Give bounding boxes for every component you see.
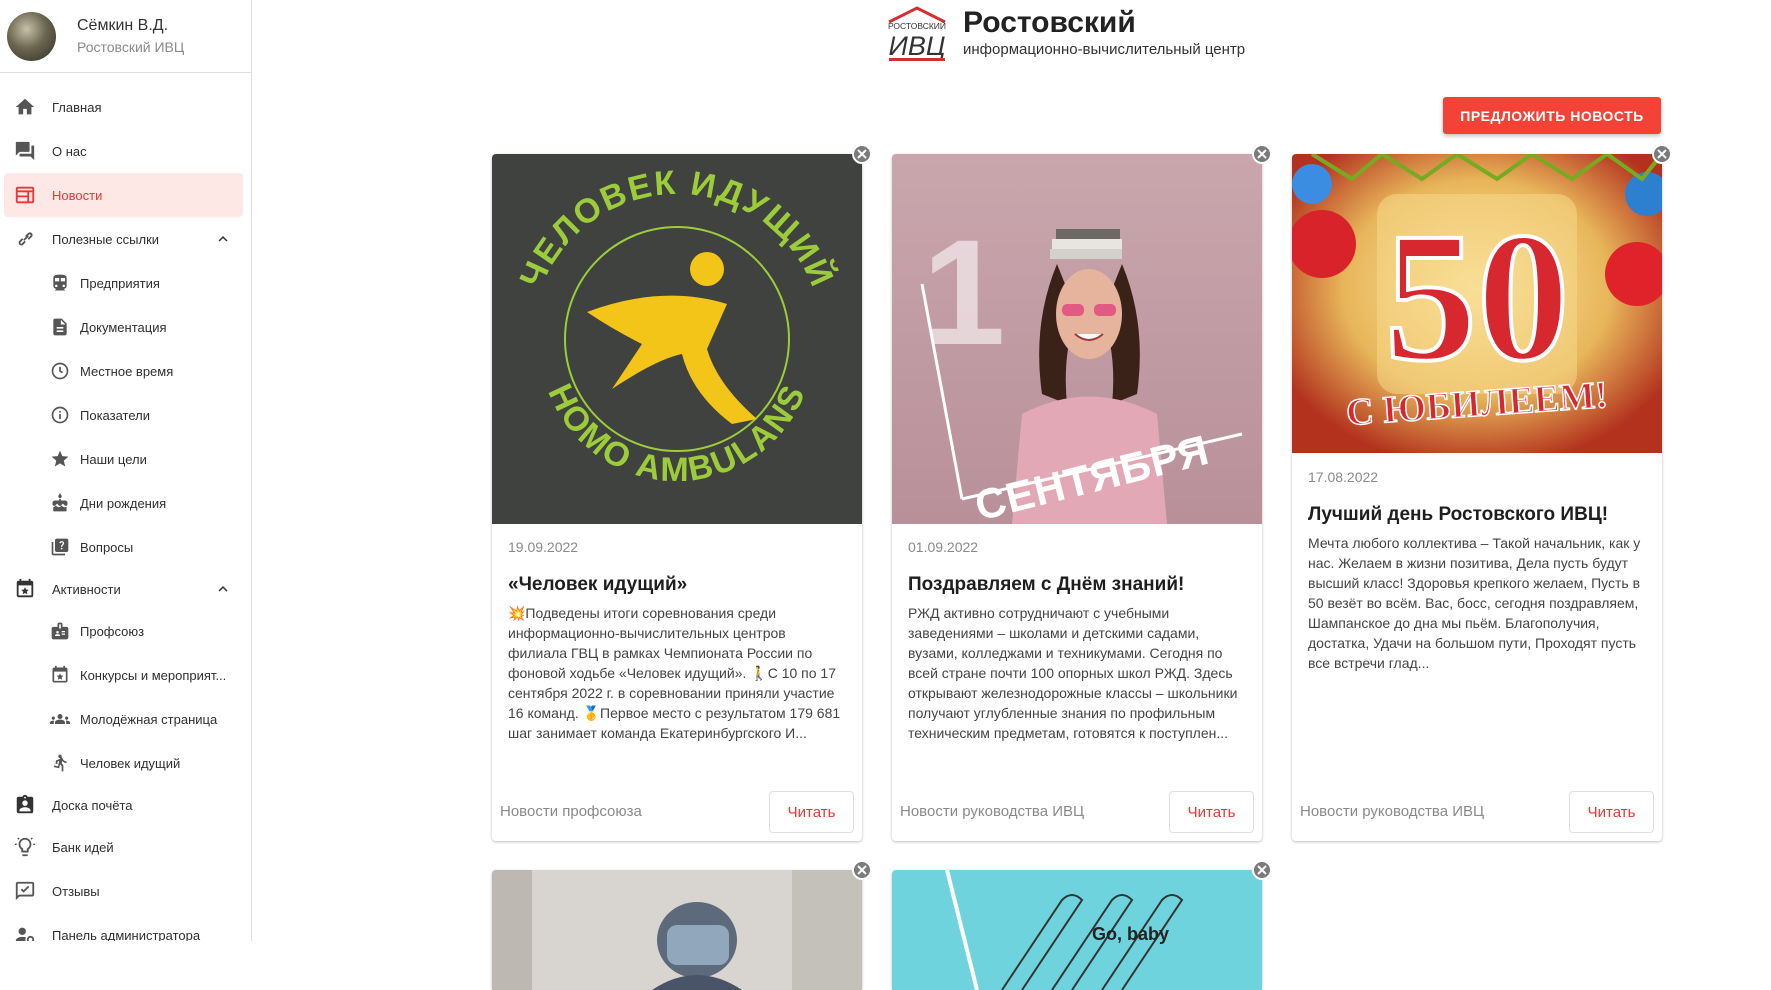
cake-icon (48, 491, 72, 515)
news-card: Go, baby (892, 860, 1272, 990)
calendar-icon (13, 577, 37, 601)
news-category[interactable]: Новости профсоюза (500, 803, 642, 820)
news-date: 19.09.2022 (508, 539, 579, 555)
sidebar-item-useful-links[interactable]: Полезные ссылки (0, 217, 251, 261)
sidebar-item-goals[interactable]: Наши цели (0, 437, 251, 481)
document-icon (48, 315, 72, 339)
sidebar-item-walking-man[interactable]: Человек идущий (0, 741, 251, 785)
question-icon (48, 535, 72, 559)
feedback-icon (13, 879, 37, 903)
sidebar-item-trade-union[interactable]: Профсоюз (0, 609, 251, 653)
honor-board-icon (13, 793, 37, 817)
news-date: 17.08.2022 (1308, 469, 1379, 485)
sidebar-item-idea-bank[interactable]: Банк идей (0, 825, 251, 869)
news-image[interactable]: 50 С ЮБИЛЕЕМ! (1292, 154, 1662, 453)
badge-icon (48, 619, 72, 643)
close-icon[interactable] (852, 144, 872, 164)
forum-icon (13, 139, 37, 163)
sidebar-nav: Главная О нас Новости Полезные ссылки Пр… (0, 73, 251, 941)
link-icon (13, 227, 37, 251)
sidebar-item-home[interactable]: Главная (0, 85, 251, 129)
clock-icon (48, 359, 72, 383)
news-excerpt: Мечта любого коллектива – Такой начальни… (1308, 535, 1641, 671)
avatar[interactable] (7, 11, 56, 61)
news-card (492, 860, 872, 990)
sidebar-item-contests[interactable]: Конкурсы и мероприят... (0, 653, 251, 697)
read-button[interactable]: Читать (1169, 791, 1254, 833)
sidebar-item-questions[interactable]: Вопросы (0, 525, 251, 569)
star-icon (48, 447, 72, 471)
svg-text:ИВЦ: ИВЦ (889, 31, 946, 61)
chevron-up-icon[interactable] (214, 230, 232, 248)
chevron-up-icon[interactable] (214, 580, 232, 598)
svg-text:Go, baby: Go, baby (1092, 924, 1169, 944)
event-icon (48, 663, 72, 687)
sidebar-item-birthdays[interactable]: Дни рождения (0, 481, 251, 525)
news-excerpt: 💥Подведены итоги соревнования среди инфо… (508, 605, 841, 741)
news-image[interactable]: ЧЕЛОВЕК ИДУЩИЙ HOMO AMBULANS (492, 154, 862, 524)
newspaper-icon (13, 183, 37, 207)
news-card: 50 С ЮБИЛЕЕМ! 17.08.2022 Лучший день Рос… (1292, 144, 1672, 841)
walk-icon (48, 751, 72, 775)
sidebar-item-indicators[interactable]: Показатели (0, 393, 251, 437)
news-image[interactable] (492, 870, 862, 990)
admin-icon (13, 923, 37, 941)
news-title[interactable]: Поздравляем с Днём знаний! (892, 573, 1262, 597)
sidebar-item-youth-page[interactable]: Молодёжная страница (0, 697, 251, 741)
sidebar-item-feedback[interactable]: Отзывы (0, 869, 251, 913)
info-icon (48, 403, 72, 427)
sidebar-item-activities[interactable]: Активности (0, 569, 251, 609)
user-profile[interactable]: Сёмкин В.Д. Ростовский ИВЦ (0, 0, 251, 73)
news-category[interactable]: Новости руководства ИВЦ (900, 803, 1084, 820)
user-org: Ростовский ИВЦ (77, 38, 185, 55)
news-title[interactable]: «Человек идущий» (492, 573, 862, 597)
sidebar-item-documentation[interactable]: Документация (0, 305, 251, 349)
news-date: 01.09.2022 (908, 539, 979, 555)
svg-text:50: 50 (1385, 195, 1570, 400)
train-icon (48, 271, 72, 295)
sidebar: Сёмкин В.Д. Ростовский ИВЦ Главная О нас… (0, 0, 252, 941)
news-title[interactable]: Лучший день Ростовского ИВЦ! (1292, 503, 1662, 527)
news-image[interactable]: 1 СЕНТЯБРЯ (892, 154, 1262, 524)
news-category[interactable]: Новости руководства ИВЦ (1300, 803, 1484, 820)
news-card: 1 СЕНТЯБРЯ 01.09.2022 Поздравляем с Днём… (892, 144, 1272, 841)
sidebar-item-local-time[interactable]: Местное время (0, 349, 251, 393)
news-card: ЧЕЛОВЕК ИДУЩИЙ HOMO AMBULANS 19.09.2022 … (492, 144, 872, 841)
sidebar-item-admin-panel[interactable]: Панель администратора (0, 913, 251, 941)
site-brand[interactable]: РОСТОВСКИЙ ИВЦ Ростовский информационно-… (883, 4, 1245, 64)
suggest-news-button[interactable]: ПРЕДЛОЖИТЬ НОВОСТЬ (1443, 97, 1661, 134)
site-subtitle: информационно-вычислительный центр (963, 41, 1246, 58)
sidebar-item-enterprises[interactable]: Предприятия (0, 261, 251, 305)
site-title: Ростовский (963, 6, 1136, 39)
close-icon[interactable] (1652, 144, 1672, 164)
lightbulb-icon (13, 835, 37, 859)
news-excerpt: РЖД активно сотрудничают с учебными заве… (908, 605, 1238, 741)
ivc-logo: РОСТОВСКИЙ ИВЦ (888, 6, 946, 61)
svg-text:РОСТОВСКИЙ: РОСТОВСКИЙ (888, 20, 946, 31)
people-icon (48, 707, 72, 731)
news-image[interactable]: Go, baby (892, 870, 1262, 990)
sidebar-item-news[interactable]: Новости (4, 173, 243, 217)
close-icon[interactable] (1252, 860, 1272, 880)
user-name: Сёмкин В.Д. (77, 16, 169, 34)
sidebar-item-honor-board[interactable]: Доска почёта (0, 785, 251, 825)
close-icon[interactable] (852, 860, 872, 880)
home-icon (13, 95, 37, 119)
sidebar-item-about[interactable]: О нас (0, 129, 251, 173)
read-button[interactable]: Читать (769, 791, 854, 833)
close-icon[interactable] (1252, 144, 1272, 164)
read-button[interactable]: Читать (1569, 791, 1654, 833)
